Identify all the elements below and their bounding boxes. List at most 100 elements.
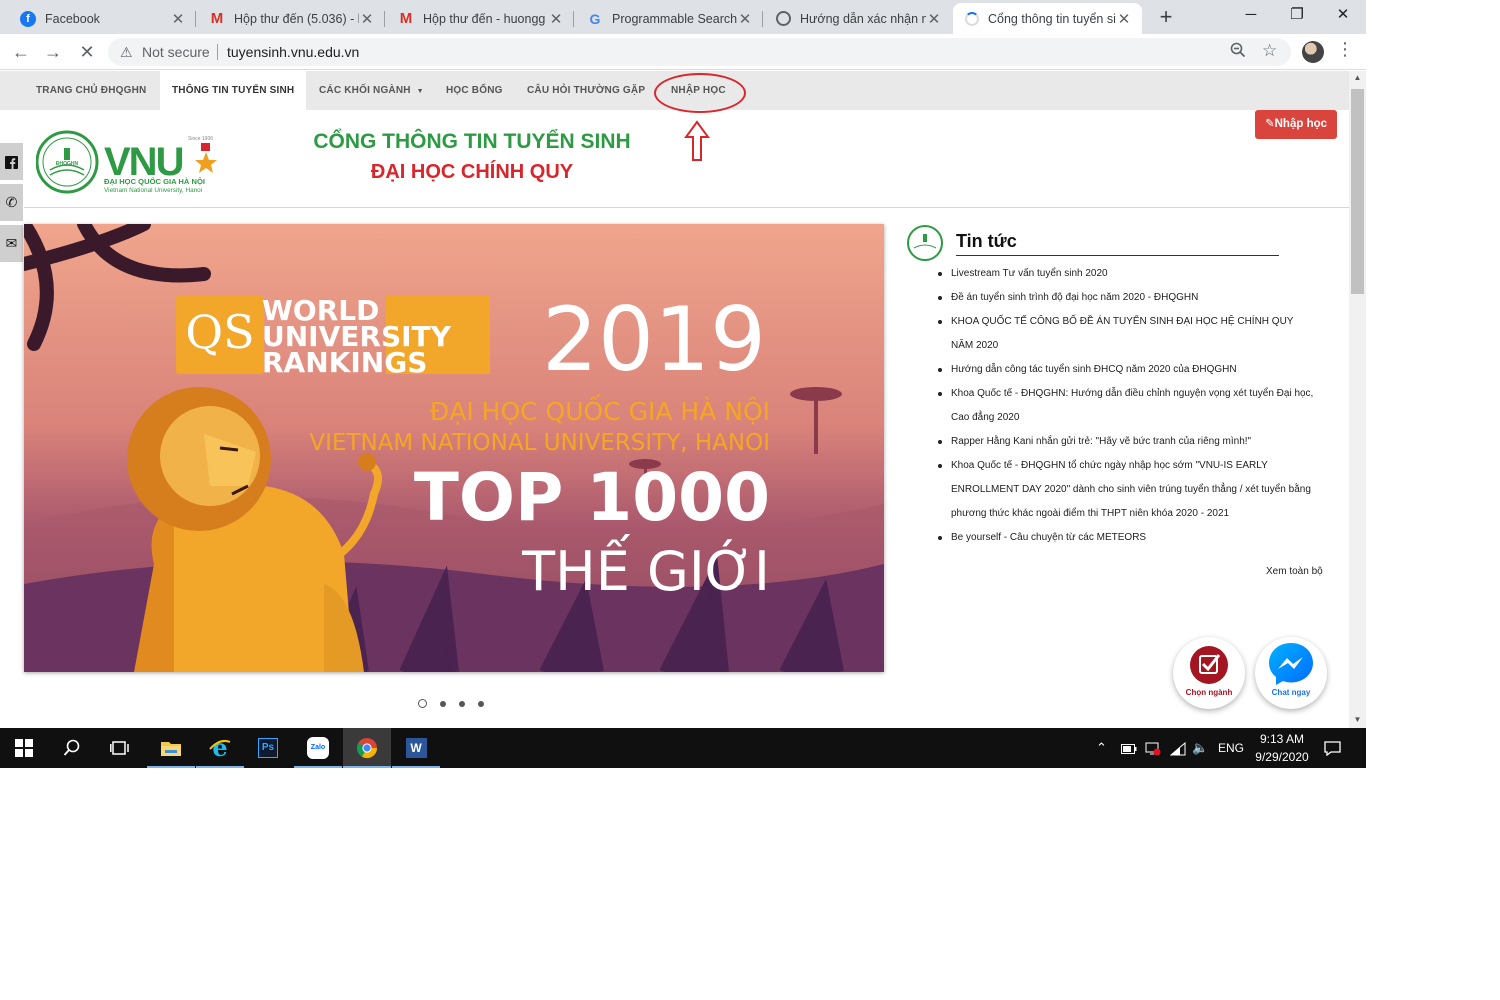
more-menu-icon[interactable]: ⋮ (1336, 39, 1354, 60)
facebook-share-icon[interactable] (0, 143, 23, 180)
chrome-icon (356, 738, 378, 759)
tab-title: Hộp thư đến - huongg (423, 11, 546, 26)
start-button[interactable] (0, 728, 48, 768)
notifications-icon[interactable] (1324, 728, 1341, 768)
url-text[interactable]: tuyensinh.vnu.edu.vn (227, 44, 359, 60)
svg-text:e: e (212, 736, 227, 760)
page-scrollbar[interactable]: ▲ ▼ (1349, 71, 1366, 728)
news-item[interactable]: KHOA QUỐC TẾ CÔNG BỐ ĐỀ ÁN TUYỂN SINH ĐẠ… (936, 310, 1316, 358)
new-tab-button[interactable]: + (1154, 4, 1178, 30)
news-item[interactable]: Hướng dẫn công tác tuyển sinh ĐHCQ năm 2… (936, 358, 1316, 382)
taskbar-app-internet-explorer[interactable]: e (196, 728, 244, 768)
nav-item-cac-khoi-nganh[interactable]: CÁC KHỐI NGÀNH ▼ (319, 71, 424, 110)
scroll-down-icon[interactable]: ▼ (1349, 715, 1366, 724)
show-hidden-icons-button[interactable]: ⌃ (1096, 728, 1107, 768)
news-item[interactable]: Khoa Quốc tế - ĐHQGHN: Hướng dẫn điều ch… (936, 382, 1316, 430)
close-icon[interactable]: ✕ (1116, 10, 1132, 28)
carousel-dot[interactable] (418, 699, 427, 708)
choose-major-label: Chọn ngành (1185, 688, 1233, 697)
carousel-dot[interactable] (440, 700, 446, 707)
close-window-button[interactable]: ✕ (1320, 3, 1366, 29)
volume-icon[interactable]: 🔈 (1192, 728, 1208, 768)
news-item[interactable]: Rapper Hằng Kani nhắn gửi trẻ: "Hãy vẽ b… (936, 430, 1316, 454)
task-view-button[interactable] (96, 728, 144, 768)
zalo-icon: Zalo (307, 737, 329, 759)
nav-item-hoc-bong[interactable]: HỌC BỔNG (446, 71, 503, 110)
carousel-dot[interactable] (459, 700, 465, 707)
back-button[interactable]: ← (8, 39, 34, 65)
banner-qs-text: QS (185, 305, 254, 359)
stop-loading-button[interactable]: ✕ (74, 39, 100, 65)
chat-now-label: Chat ngay (1271, 688, 1311, 697)
taskbar-app-photoshop[interactable]: Ps (244, 728, 292, 768)
facebook-icon: f (20, 10, 36, 27)
mail-icon[interactable]: ✉ (0, 225, 23, 262)
tab-cong-thong-tin[interactable]: Cổng thông tin tuyển si ✕ (953, 3, 1142, 34)
search-icon (63, 739, 80, 756)
google-icon: G (589, 10, 601, 27)
close-icon[interactable]: ✕ (737, 10, 753, 28)
forward-button[interactable]: → (40, 39, 66, 65)
gmail-icon: M (210, 10, 224, 27)
wifi-icon[interactable] (1169, 728, 1186, 768)
scroll-thumb[interactable] (1351, 89, 1364, 294)
address-bar[interactable]: ⚠ Not secure tuyensinh.vnu.edu.vn ☆ (108, 38, 1291, 66)
carousel-dot[interactable] (478, 700, 484, 707)
clock-time[interactable]: 9:13 AM (1253, 732, 1311, 746)
banner-uni-en: VIETNAM NATIONAL UNIVERSITY, HANOI (309, 430, 770, 456)
tab-programmable-search[interactable]: G Programmable Search E ✕ (575, 3, 763, 34)
close-icon[interactable]: ✕ (548, 10, 564, 28)
taskbar-app-chrome[interactable] (343, 728, 391, 768)
clock-date[interactable]: 9/29/2020 (1253, 750, 1311, 764)
news-item[interactable]: Livestream Tư vấn tuyển sinh 2020 (936, 262, 1316, 286)
close-icon[interactable]: ✕ (926, 10, 942, 28)
vnu-logo[interactable]: ĐHQGHN VNU Since 1906 ĐẠI HỌC QUỐC GIA H… (36, 130, 246, 196)
nav-item-label: CÁC KHỐI NGÀNH (319, 85, 411, 96)
profile-avatar[interactable] (1302, 41, 1324, 63)
news-heading: Tin tức (956, 231, 1017, 251)
minimize-button[interactable]: ─ (1228, 3, 1274, 29)
news-heading-rule (956, 255, 1279, 256)
tab-gmail-2[interactable]: M Hộp thư đến - huongg ✕ (386, 3, 574, 34)
scroll-up-icon[interactable]: ▲ (1349, 73, 1366, 82)
choose-major-button[interactable]: Chọn ngành (1173, 637, 1245, 709)
portal-title: CỔNG THÔNG TIN TUYỂN SINH (313, 130, 631, 153)
battery-icon[interactable] (1121, 728, 1137, 768)
page-viewport: TRANG CHỦ ĐHQGHN THÔNG TIN TUYỂN SINH CÁ… (0, 71, 1366, 728)
loading-icon (965, 11, 979, 26)
close-icon[interactable]: ✕ (359, 10, 375, 28)
bookmark-star-icon[interactable]: ☆ (1262, 41, 1277, 61)
vnu-seal-icon (907, 225, 943, 261)
chat-now-button[interactable]: Chat ngay (1255, 637, 1327, 709)
hero-banner[interactable]: QS WORLD UNIVERSITY RANKINGS 2019 ĐẠI HỌ… (24, 224, 884, 672)
network-offline-icon[interactable] (1145, 728, 1161, 768)
news-list: Livestream Tư vấn tuyển sinh 2020 Đề án … (936, 262, 1316, 550)
tab-gmail-1[interactable]: M Hộp thư đến (5.036) - b ✕ (197, 3, 385, 34)
taskbar-app-word[interactable]: W (392, 728, 440, 768)
news-item[interactable]: Be yourself - Câu chuyện từ các METEORS (936, 526, 1316, 550)
star-icon (195, 152, 217, 173)
nav-item-cau-hoi[interactable]: CÂU HỎI THƯỜNG GẶP (527, 71, 645, 110)
restore-button[interactable]: ❐ (1274, 3, 1320, 29)
see-all-link[interactable]: Xem toàn bộ (1266, 566, 1323, 577)
checkbox-icon (1190, 646, 1228, 684)
close-icon[interactable]: ✕ (170, 10, 186, 28)
taskbar-app-file-explorer[interactable] (147, 728, 195, 768)
phone-icon[interactable]: ✆ (0, 184, 23, 221)
warning-icon[interactable]: ⚠ (120, 44, 133, 61)
tab-title: Cổng thông tin tuyển si (988, 11, 1116, 26)
screen: f Facebook ✕ M Hộp thư đến (5.036) - b ✕… (0, 0, 1366, 768)
nav-item-trang-chu[interactable]: TRANG CHỦ ĐHQGHN (36, 71, 146, 110)
security-label[interactable]: Not secure (142, 44, 210, 60)
enroll-button[interactable]: ✎Nhập học (1255, 110, 1337, 139)
social-sidebar: ✆ ✉ (0, 143, 24, 266)
tab-huong-dan[interactable]: Hướng dẫn xác nhận nh ✕ (764, 3, 952, 34)
zoom-icon[interactable] (1230, 42, 1246, 62)
language-indicator[interactable]: ENG (1218, 728, 1244, 768)
news-item[interactable]: Đề án tuyển sinh trình độ đại học năm 20… (936, 286, 1316, 310)
taskbar-app-zalo[interactable]: Zalo (294, 728, 342, 768)
news-item[interactable]: Khoa Quốc tế - ĐHQGHN tổ chức ngày nhập … (936, 454, 1316, 526)
taskbar-search-button[interactable] (48, 728, 96, 768)
tab-facebook[interactable]: f Facebook ✕ (8, 3, 196, 34)
nav-item-thong-tin-tuyen-sinh[interactable]: THÔNG TIN TUYỂN SINH (160, 71, 307, 110)
